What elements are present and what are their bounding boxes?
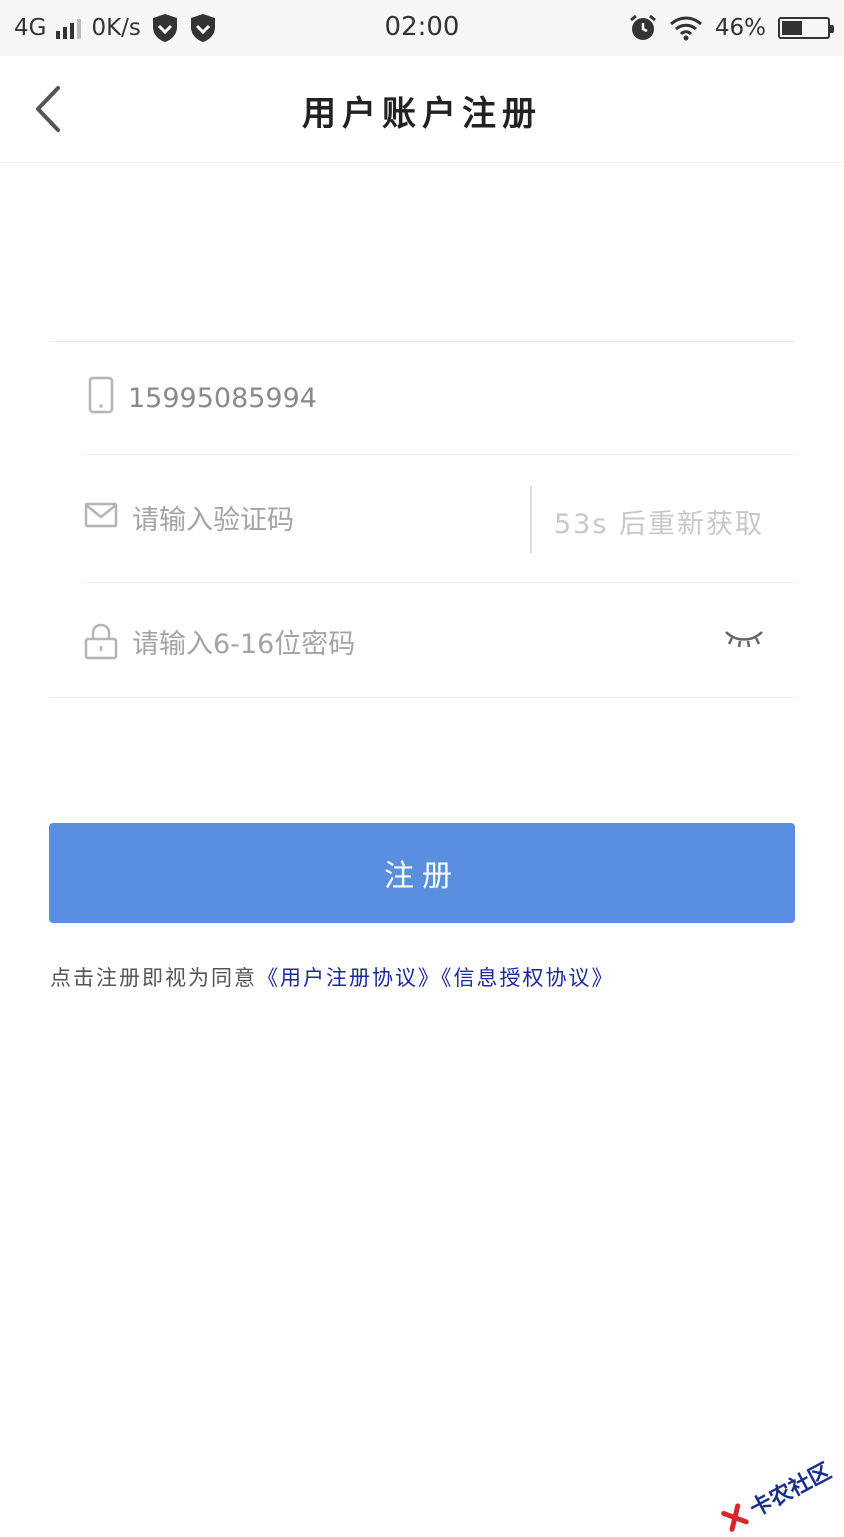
watermark-logo-icon (721, 1503, 749, 1532)
lock-icon (84, 623, 118, 660)
form-top-divider (49, 341, 795, 342)
mail-icon (84, 502, 118, 528)
battery-icon (778, 17, 834, 39)
verification-code-input[interactable] (132, 500, 512, 540)
phone-icon (88, 376, 114, 414)
resend-code-button[interactable]: 53s 后重新获取 (554, 502, 764, 541)
status-bar: 4G 0K/s 02:00 46% (0, 0, 844, 56)
agreement-prefix: 点击注册即视为同意 (50, 966, 257, 990)
agreement-text: 点击注册即视为同意《用户注册协议》《信息授权协议》 (50, 962, 615, 992)
battery-percent: 46% (714, 15, 766, 41)
alarm-icon (629, 14, 656, 40)
page-title: 用户账户注册 (302, 94, 542, 134)
field-divider (84, 582, 795, 583)
watermark-text: 卡农社区 (746, 1459, 836, 1523)
form-bottom-divider (49, 697, 795, 698)
status-right: 46% (629, 12, 834, 44)
phone-input[interactable] (128, 378, 728, 418)
nav-bar: 用户账户注册 (0, 56, 844, 163)
field-divider (84, 454, 795, 455)
user-agreement-link[interactable]: 《用户注册协议》 (257, 966, 441, 990)
battery-fill (782, 21, 802, 35)
watermark: 卡农社区 (717, 1454, 836, 1537)
wifi-icon (669, 16, 702, 41)
info-authorization-link[interactable]: 《信息授权协议》 (441, 966, 615, 990)
register-button[interactable]: 注册 (49, 823, 795, 923)
eye-closed-icon[interactable] (722, 624, 766, 654)
code-divider (530, 486, 532, 553)
password-input[interactable] (132, 624, 692, 664)
